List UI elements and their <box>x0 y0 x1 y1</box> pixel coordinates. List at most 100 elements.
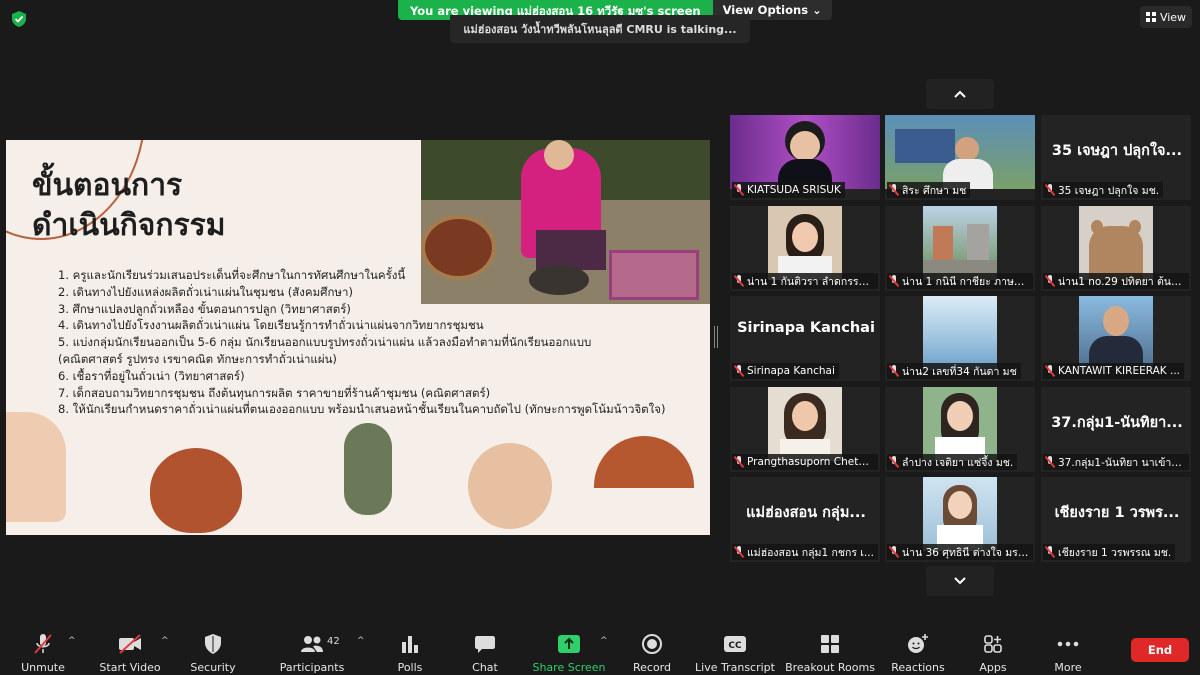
participant-name-label: ลำปาง เจติยา แซ่จึ้ง มช. <box>887 454 1018 470</box>
share-screen-button[interactable]: Share Screen <box>532 628 606 674</box>
muted-mic-icon <box>889 275 899 287</box>
participant-tile[interactable]: น่าน 1 กนินี กาชียะ ภาษาไ... <box>885 206 1035 291</box>
participant-tile[interactable]: 35 เจษฎา ปลุกใจ... 35 เจษฎา ปลุกใจ มช. <box>1041 115 1191 200</box>
participant-name-label: Prangthasuporn Chetu... <box>732 454 878 470</box>
slide-step: 6. เชื้อราที่อยู่ในถั่วเน่า (วิทยาศาสตร์… <box>58 368 245 383</box>
security-label: Security <box>190 661 236 674</box>
participant-tile[interactable]: 37.กลุ่ม1-นันทิยา... 37.กลุ่ม1-นันทิยา น… <box>1041 387 1191 472</box>
participant-name-label: Sirinapa Kanchai <box>732 363 839 379</box>
participant-tile[interactable]: เชียงราย 1 วรพร... เชียงราย 1 วรพรรณ มช. <box>1041 477 1191 562</box>
shared-screen-slide: ขั้นตอนการ ดำเนินกิจกรรม 1. ครูและนักเรี… <box>6 140 710 535</box>
view-button[interactable]: View <box>1140 6 1192 28</box>
start-video-label: Start Video <box>99 661 161 674</box>
participant-tile[interactable]: น่าน 36 ศุทธินี ต่างใจ มรภ... <box>885 477 1035 562</box>
meeting-toolbar: Unmute ^ Start Video ^ Security Particip… <box>0 624 1200 675</box>
participant-video <box>1079 296 1153 370</box>
more-button[interactable]: More <box>1052 628 1084 674</box>
slide-step: 2. เดินทางไปยังแหล่งผลิตถั่วเน่าแผ่นในชุ… <box>58 284 353 299</box>
encryption-shield-icon[interactable] <box>10 10 28 28</box>
participant-name-label: น่าน 1 กนินี กาชียะ ภาษาไ... <box>887 273 1033 289</box>
participant-video <box>885 115 1035 189</box>
participants-caret-icon[interactable]: ^ <box>357 636 365 646</box>
participant-tile[interactable]: แม่ฮ่องสอน กลุ่ม... แม่ฮ่องสอน กลุ่ม1 กช… <box>730 477 880 562</box>
participant-name-label: น่าน 1 กันติวรา ลำดกรรจ์ ... <box>732 273 878 289</box>
chevron-down-icon: ⌄ <box>812 3 822 17</box>
breakout-rooms-grid-icon <box>817 633 843 655</box>
video-options-caret-icon[interactable]: ^ <box>161 636 169 646</box>
chat-button[interactable]: Chat <box>470 628 500 674</box>
slide-step: 3. ศึกษาแปลงปลูกถั่วเหลือง ขั้นตอนการปลู… <box>58 301 351 316</box>
participant-video <box>1079 206 1153 280</box>
record-label: Record <box>632 661 671 674</box>
muted-mic-icon <box>734 365 744 377</box>
participant-tile[interactable]: น่าน2 เลขที่34 กันดา มช <box>885 296 1035 381</box>
live-transcript-button[interactable]: CC Live Transcript <box>695 628 775 674</box>
apps-label: Apps <box>979 661 1007 674</box>
participant-tile[interactable]: น่าน 1 กันติวรา ลำดกรรจ์ ... <box>730 206 880 291</box>
unmute-button[interactable]: Unmute <box>18 628 68 674</box>
slide-step: (คณิตศาสตร์ รูปทรง เรขาคณิต ทักษะการทำถั… <box>58 351 337 366</box>
participant-name-label: 35 เจษฎา ปลุกใจ มช. <box>1043 182 1164 198</box>
participant-tile[interactable]: Prangthasuporn Chetu... <box>730 387 880 472</box>
grid-view-icon <box>1145 12 1156 22</box>
live-transcript-label: Live Transcript <box>695 661 775 674</box>
muted-mic-icon <box>1045 456 1055 468</box>
audio-options-caret-icon[interactable]: ^ <box>68 636 76 646</box>
share-screen-caret-icon[interactable]: ^ <box>600 636 608 646</box>
participant-tile[interactable]: Sirinapa Kanchai Sirinapa Kanchai <box>730 296 880 381</box>
polls-button[interactable]: Polls <box>396 628 424 674</box>
participant-display-name: 37.กลุ่ม1-นันทิยา... <box>1051 415 1183 431</box>
start-video-button[interactable]: Start Video <box>98 628 162 674</box>
participant-tile[interactable]: ลำปาง เจติยา แซ่จึ้ง มช. <box>885 387 1035 472</box>
participants-icon <box>299 633 325 655</box>
split-view-resize-handle[interactable] <box>714 326 718 348</box>
slide-step: 1. ครูและนักเรียนร่วมเสนอประเด็นที่จะศึก… <box>58 268 406 282</box>
participant-video <box>923 206 997 280</box>
polls-bar-chart-icon <box>397 633 423 655</box>
breakout-rooms-button[interactable]: Breakout Rooms <box>785 628 875 674</box>
record-icon <box>639 633 665 655</box>
muted-mic-icon <box>1045 184 1055 196</box>
chat-bubble-icon <box>472 633 498 655</box>
muted-mic-icon <box>734 546 744 558</box>
record-button[interactable]: Record <box>632 628 672 674</box>
participant-display-name: 35 เจษฎา ปลุกใจ... <box>1051 143 1183 159</box>
participants-label: Participants <box>279 661 345 674</box>
participant-tile[interactable]: KIATSUDA SRISUK <box>730 115 880 200</box>
participant-tile[interactable]: สิระ ศึกษา มช <box>885 115 1035 200</box>
muted-mic-icon <box>1045 365 1055 377</box>
end-meeting-button[interactable]: End <box>1131 638 1189 662</box>
participants-button[interactable]: Participants <box>280 628 344 674</box>
participant-name-label: น่าน1 no.29 ปทิตยา ต้นผ... <box>1043 273 1189 289</box>
participant-display-name: แม่ฮ่องสอน กลุ่ม... <box>746 505 866 521</box>
participant-tile[interactable]: น่าน1 no.29 ปทิตยา ต้นผ... <box>1041 206 1191 291</box>
slide-title-line-1: ขั้นตอนการ <box>32 168 183 203</box>
polls-label: Polls <box>397 661 423 674</box>
security-button[interactable]: Security <box>190 628 236 674</box>
reactions-button[interactable]: Reactions <box>891 628 945 674</box>
participant-name-label: แม่ฮ่องสอน กลุ่ม1 กชกร เ... <box>732 544 878 560</box>
participant-name-label: KIATSUDA SRISUK <box>732 182 845 198</box>
active-speaker-indicator: แม่ฮ่องสอน วังน้ำทวีพลันโหนลุลดี CMRU is… <box>450 15 750 43</box>
security-shield-icon <box>200 633 226 655</box>
decorative-shape <box>6 412 66 522</box>
chevron-up-icon <box>954 90 966 98</box>
muted-mic-icon <box>889 184 899 196</box>
view-button-label: View <box>1159 10 1187 24</box>
participant-name-label: สิระ ศึกษา มช <box>887 182 971 198</box>
participant-name-label: น่าน 36 ศุทธินี ต่างใจ มรภ... <box>887 544 1033 560</box>
decorative-shape <box>150 448 242 533</box>
slide-step: 4. เดินทางไปยังโรงงานผลิตถั่วเน่าแผ่น โด… <box>58 318 484 333</box>
participant-tile[interactable]: KANTAWIT KIREERAK ... <box>1041 296 1191 381</box>
gallery-page-up-button[interactable] <box>926 79 994 109</box>
apps-button[interactable]: Apps <box>978 628 1008 674</box>
muted-mic-icon <box>889 456 899 468</box>
slide-title: ขั้นตอนการ ดำเนินกิจกรรม <box>32 166 226 246</box>
slide-step: 5. แบ่งกลุ่มนักเรียนออกเป็น 5-6 กลุ่ม นั… <box>58 335 592 350</box>
slide-steps-list: 1. ครูและนักเรียนร่วมเสนอประเด็นที่จะศึก… <box>58 267 698 418</box>
gallery-page-down-button[interactable] <box>926 566 994 596</box>
svg-text:CC: CC <box>728 641 742 651</box>
participants-count: 42 <box>327 636 340 647</box>
muted-mic-icon <box>889 546 899 558</box>
participant-video <box>768 206 842 280</box>
